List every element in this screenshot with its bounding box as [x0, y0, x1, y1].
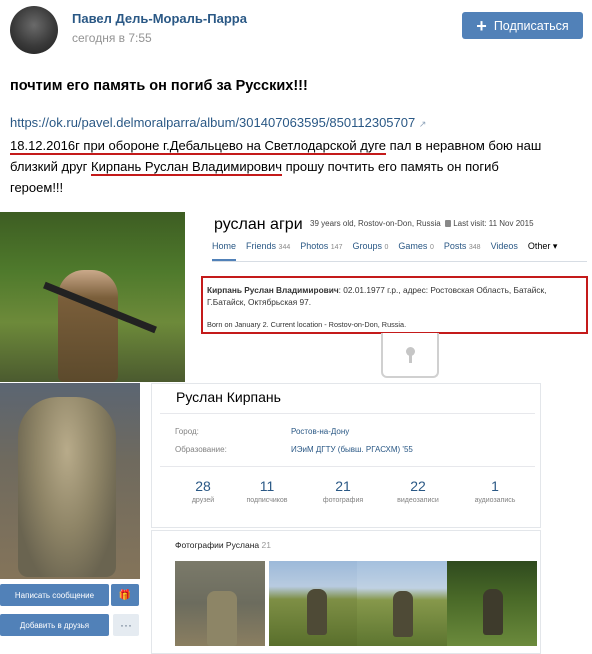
tabs-divider — [212, 261, 587, 262]
photos-title[interactable]: Фотографии Руслана 21 — [175, 540, 271, 550]
photo-thumb[interactable] — [269, 561, 359, 646]
post-body-line-1: 18.12.2016г при обороне г.Дебальцево на … — [10, 135, 588, 156]
active-tab-indicator — [212, 259, 236, 261]
education-value[interactable]: ИЭиМ ДГТУ (бывш. РГАСХМ) '55 — [291, 445, 413, 454]
post-headline: почтим его память он погиб за Русских!!! — [10, 78, 308, 94]
tab-count: 0 — [429, 244, 434, 251]
photos-count: 21 — [261, 540, 271, 550]
post-link[interactable]: https://ok.ru/pavel.delmoralparra/album/… — [10, 115, 426, 130]
lock-icon — [445, 220, 452, 227]
profile-age-location: 39 years old, Rostov-on-Don, Russia — [310, 219, 441, 228]
stat-photos[interactable]: 21 фотография — [308, 478, 378, 504]
post-link-text[interactable]: https://ok.ru/pavel.delmoralparra/album/… — [10, 115, 415, 130]
post-body-text: прошу почтить его память он погиб — [281, 159, 499, 174]
stat-videos[interactable]: 22 видеозаписи — [383, 478, 453, 504]
tab-count: 147 — [330, 244, 343, 251]
tab-videos[interactable]: Videos — [491, 241, 518, 252]
photo-ghillie-suit[interactable] — [0, 383, 140, 579]
tab-count: 344 — [278, 244, 291, 251]
profile-last-visit: Last visit: 11 Nov 2015 — [453, 219, 534, 228]
tab-groups[interactable]: Groups 0 — [352, 241, 388, 252]
send-message-button[interactable]: Написать сообщение — [0, 584, 109, 606]
tab-label[interactable]: Other ▾ — [528, 241, 558, 251]
tab-label[interactable]: Games — [398, 241, 427, 251]
tab-home[interactable]: Home — [212, 241, 236, 252]
post-time[interactable]: сегодня в 7:55 — [72, 31, 152, 45]
add-friend-button[interactable]: Добавить в друзья — [0, 614, 109, 636]
stat-audio[interactable]: 1 аудиозапись — [460, 478, 530, 504]
subscribe-label: Подписаться — [493, 18, 569, 33]
post-body-text: пал в неравном бою наш — [386, 138, 542, 153]
tab-label[interactable]: Posts — [444, 241, 467, 251]
tab-games[interactable]: Games 0 — [398, 241, 433, 252]
photo-figure — [393, 591, 413, 637]
gift-icon: 🎁 — [118, 589, 132, 601]
photos-title-text[interactable]: Фотографии Руслана — [175, 540, 259, 550]
city-value[interactable]: Ростов-на-Дону — [291, 427, 349, 436]
author-avatar[interactable] — [10, 6, 58, 54]
tab-label[interactable]: Groups — [352, 241, 382, 251]
subscribe-button[interactable]: + Подписаться — [462, 12, 583, 39]
stat-number: 1 — [491, 478, 499, 494]
tab-label[interactable]: Photos — [300, 241, 328, 251]
tab-friends[interactable]: Friends 344 — [246, 241, 290, 252]
profile-born: Born on January 2. Current location - Ro… — [207, 320, 407, 329]
photo-figure — [207, 591, 237, 646]
tab-other[interactable]: Other ▾ — [528, 241, 558, 252]
stat-label: аудиозапись — [474, 497, 516, 504]
more-options-button[interactable]: ··· — [113, 614, 139, 636]
tab-count: 0 — [384, 244, 389, 251]
profile-meta: 39 years old, Rostov-on-Don, Russia Last… — [310, 219, 534, 228]
post-body-text: героем!!! — [10, 180, 64, 195]
stat-label: видеозаписи — [397, 497, 439, 504]
stat-label: фотография — [322, 497, 364, 504]
gift-button[interactable]: 🎁 — [111, 584, 139, 606]
tab-photos[interactable]: Photos 147 — [300, 241, 342, 252]
info-name: Кирпань Руслан Владимирович — [207, 285, 339, 295]
divider — [160, 413, 535, 414]
education-label: Образование: — [175, 445, 227, 454]
stat-friends[interactable]: 28 друзей — [168, 478, 238, 504]
tab-label[interactable]: Videos — [491, 241, 518, 251]
stat-number: 11 — [259, 478, 275, 494]
photo-figure — [18, 397, 116, 577]
profile-name: руслан агри — [214, 216, 303, 233]
photo-thumb[interactable] — [175, 561, 265, 646]
profile-tabs: Home Friends 344 Photos 147 Groups 0 Gam… — [212, 241, 557, 252]
photo-figure — [58, 270, 118, 382]
underlined-date-place: 18.12.2016г при обороне г.Дебальцево на … — [10, 138, 387, 155]
photo-thumb[interactable] — [447, 561, 537, 646]
profile-info: Кирпань Руслан Владимирович: 02.01.1977 … — [207, 284, 582, 308]
stat-label: подписчиков — [246, 497, 288, 504]
post-body-line-2: близкий друг Кирпань Руслан Владимирович… — [10, 156, 588, 177]
private-lock-icon — [381, 333, 439, 378]
tab-posts[interactable]: Posts 348 — [444, 241, 481, 252]
photo-figure — [483, 589, 503, 635]
plus-icon: + — [476, 15, 487, 36]
city-label: Город: — [175, 427, 199, 436]
profile-name-ru: Руслан Кирпань — [176, 389, 281, 405]
external-link-icon: ↗ — [418, 119, 427, 129]
divider — [160, 466, 535, 467]
tab-label[interactable]: Home — [212, 241, 236, 251]
stat-number: 28 — [195, 478, 211, 494]
stat-label: друзей — [191, 497, 215, 504]
tab-count: 348 — [468, 244, 481, 251]
post-body: 18.12.2016г при обороне г.Дебальцево на … — [10, 135, 588, 198]
photo-figure — [307, 589, 327, 635]
stat-number: 22 — [410, 478, 426, 494]
tab-label[interactable]: Friends — [246, 241, 276, 251]
photo-thumb[interactable] — [357, 561, 447, 646]
post-body-line-3: героем!!! — [10, 177, 588, 198]
post-body-text: близкий друг — [10, 159, 92, 174]
author-name[interactable]: Павел Дель-Мораль-Парра — [72, 11, 247, 26]
photo-soldier-rifle[interactable] — [0, 212, 185, 382]
underlined-name: Кирпань Руслан Владимирович — [91, 159, 282, 176]
stat-followers[interactable]: 11 подписчиков — [232, 478, 302, 504]
stat-number: 21 — [335, 478, 351, 494]
